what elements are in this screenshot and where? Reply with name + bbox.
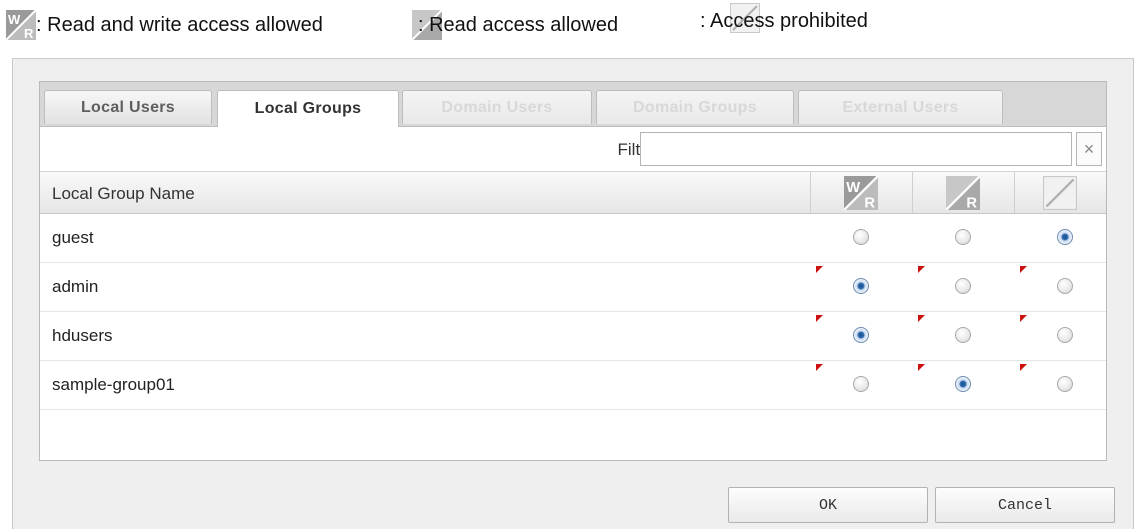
svg-text:R: R xyxy=(864,195,875,209)
permission-cell-read-write xyxy=(810,361,910,409)
cancel-button[interactable]: Cancel xyxy=(935,487,1115,523)
column-header-read-only: R xyxy=(912,172,1013,213)
table-row: hdusers xyxy=(40,312,1106,361)
tab-domain-groups: Domain Groups xyxy=(596,90,794,124)
read-only-icon: R xyxy=(946,175,980,210)
column-header-name: Local Group Name xyxy=(52,184,195,203)
radio-read-write[interactable] xyxy=(853,229,869,245)
radio-read-write[interactable] xyxy=(853,327,869,343)
column-header-prohibited xyxy=(1014,172,1105,213)
tab-local-groups[interactable]: Local Groups xyxy=(217,90,399,127)
legend-prohibited-label: : Access prohibited xyxy=(700,10,868,32)
radio-read-write[interactable] xyxy=(853,278,869,294)
filter-input[interactable] xyxy=(640,132,1072,166)
table-row: admin xyxy=(40,263,1106,312)
permissions-panel: Local Users Local Groups Domain Users Do… xyxy=(39,81,1107,461)
permission-cell-prohibited xyxy=(1014,361,1114,409)
table-row: guest xyxy=(40,214,1106,263)
table-row: sample-group01 xyxy=(40,361,1106,410)
changed-flag-icon xyxy=(918,364,925,371)
permissions-dialog: Local Users Local Groups Domain Users Do… xyxy=(12,58,1134,529)
permission-cell-prohibited xyxy=(1014,312,1114,360)
permission-cell-prohibited xyxy=(1014,214,1114,262)
column-header-read-write: W R xyxy=(810,172,911,213)
permission-cell-prohibited xyxy=(1014,263,1114,311)
radio-read-only[interactable] xyxy=(955,278,971,294)
filter-clear-button[interactable]: × xyxy=(1076,132,1102,166)
permission-cell-read-write xyxy=(810,263,910,311)
changed-flag-icon xyxy=(1020,266,1027,273)
radio-read-only[interactable] xyxy=(955,376,971,392)
legend-read-only-label: : Read access allowed xyxy=(418,13,619,36)
close-icon: × xyxy=(1083,138,1095,159)
read-write-icon: W R xyxy=(6,10,36,40)
permission-cell-read-only xyxy=(912,214,1012,262)
radio-prohibited[interactable] xyxy=(1057,229,1073,245)
legend-read-write-prefix: : xyxy=(36,13,48,36)
permission-legend: W R : Read and write access allowed : Re… xyxy=(0,0,1143,62)
ok-button[interactable]: OK xyxy=(728,487,928,523)
legend-prohibited: : Access prohibited xyxy=(700,3,868,33)
group-name: admin xyxy=(52,277,99,296)
legend-read-write-label: Read and write access allowed xyxy=(47,13,323,36)
permission-cell-read-write xyxy=(810,214,910,262)
filter-row: Filter: × xyxy=(40,127,1106,172)
changed-flag-icon xyxy=(1020,364,1027,371)
permission-cell-read-only xyxy=(912,361,1012,409)
tab-content: Filter: × Local Group Name W R R guest a… xyxy=(40,126,1106,460)
radio-prohibited[interactable] xyxy=(1057,327,1073,343)
svg-text:R: R xyxy=(966,195,977,209)
tab-local-users[interactable]: Local Users xyxy=(44,90,212,124)
svg-text:W: W xyxy=(8,12,21,27)
changed-flag-icon xyxy=(1020,315,1027,322)
group-name: hdusers xyxy=(52,326,113,345)
legend-read-only: : Read access allowed xyxy=(412,10,618,40)
radio-prohibited[interactable] xyxy=(1057,278,1073,294)
tab-domain-users: Domain Users xyxy=(402,90,592,124)
legend-read-write: W R : Read and write access allowed xyxy=(6,10,323,40)
changed-flag-icon xyxy=(816,266,823,273)
changed-flag-icon xyxy=(918,315,925,322)
radio-read-write[interactable] xyxy=(853,376,869,392)
access-prohibited-icon xyxy=(1043,175,1077,210)
changed-flag-icon xyxy=(918,266,925,273)
radio-read-only[interactable] xyxy=(955,229,971,245)
permission-cell-read-only xyxy=(912,263,1012,311)
svg-text:W: W xyxy=(846,179,860,195)
radio-prohibited[interactable] xyxy=(1057,376,1073,392)
group-name: guest xyxy=(52,228,94,247)
svg-text:R: R xyxy=(24,26,34,40)
tab-external-users: External Users xyxy=(798,90,1003,124)
permission-cell-read-only xyxy=(912,312,1012,360)
table-header: Local Group Name W R R xyxy=(40,172,1106,214)
radio-read-only[interactable] xyxy=(955,327,971,343)
permission-cell-read-write xyxy=(810,312,910,360)
read-write-icon: W R xyxy=(844,175,878,210)
changed-flag-icon xyxy=(816,364,823,371)
group-name: sample-group01 xyxy=(52,375,175,394)
changed-flag-icon xyxy=(816,315,823,322)
tab-bar: Local Users Local Groups Domain Users Do… xyxy=(40,82,1106,127)
